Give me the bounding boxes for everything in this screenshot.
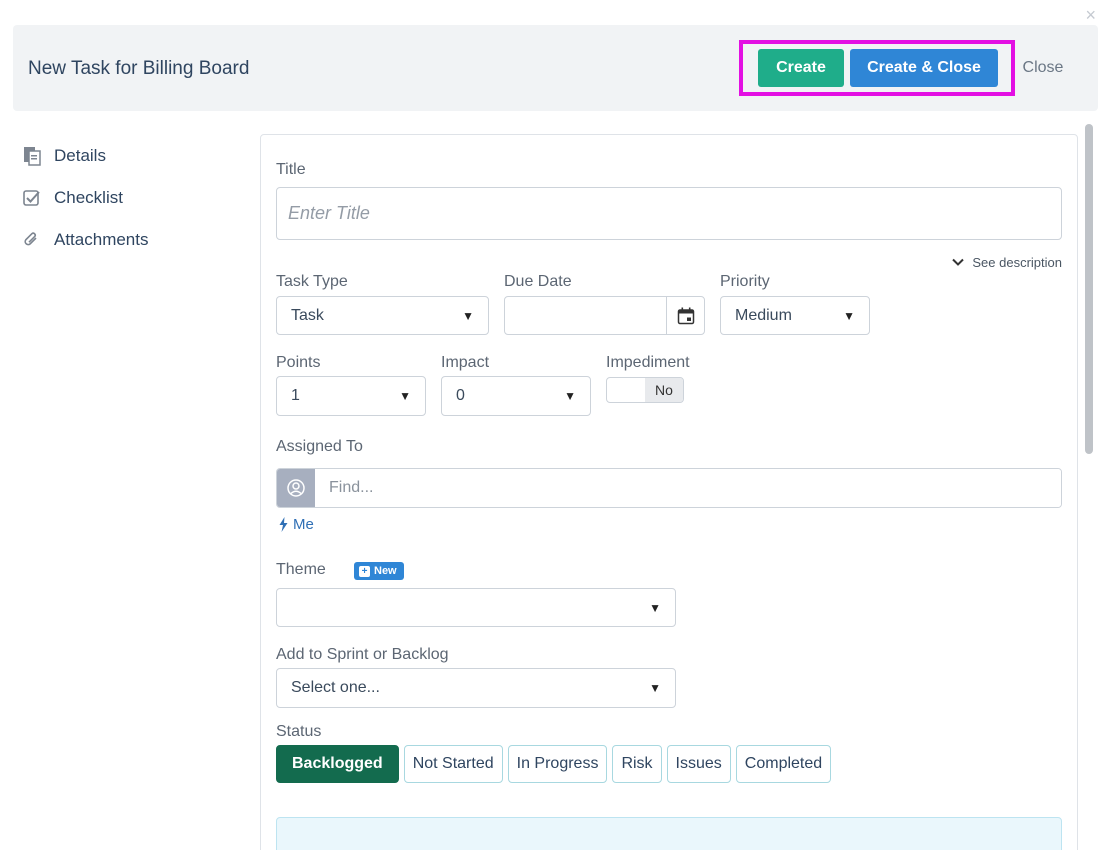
status-backlogged-button[interactable]: Backlogged [276, 745, 399, 783]
due-date-label: Due Date [504, 273, 572, 290]
paperclip-icon [22, 230, 42, 250]
caret-down-icon: ▼ [649, 600, 661, 615]
impact-label: Impact [441, 354, 490, 371]
caret-down-icon: ▼ [462, 308, 474, 323]
create-button[interactable]: Create [758, 49, 844, 87]
points-label: Points [276, 354, 321, 371]
lightning-icon [279, 517, 288, 532]
sprint-label: Add to Sprint or Backlog [276, 646, 449, 663]
priority-label: Priority [720, 273, 770, 290]
dialog-close-icon[interactable]: × [1085, 6, 1096, 24]
impediment-toggle-state: No [645, 378, 683, 402]
status-label: Status [276, 723, 322, 740]
info-box [276, 817, 1062, 850]
status-not-started-button[interactable]: Not Started [403, 745, 503, 783]
title-label: Title [276, 161, 306, 178]
details-icon [22, 146, 42, 166]
dialog-title: New Task for Billing Board [28, 58, 250, 79]
status-in-progress-button[interactable]: In Progress [507, 745, 608, 783]
caret-down-icon: ▼ [649, 681, 661, 695]
see-description-toggle[interactable]: See description [952, 255, 1062, 270]
status-completed-button[interactable]: Completed [735, 745, 832, 783]
caret-down-icon: ▼ [399, 389, 411, 403]
theme-label: Theme [276, 561, 326, 578]
scrollbar[interactable] [1085, 124, 1093, 454]
dialog-header: New Task for Billing Board Create Create… [13, 25, 1098, 111]
sidebar-nav: Details Checklist Attachments [22, 135, 242, 261]
sidebar-item-label: Attachments [54, 230, 149, 249]
status-button-group: Backlogged Not Started In Progress Risk … [276, 745, 832, 783]
assigned-to-field [276, 468, 1062, 508]
create-and-close-button[interactable]: Create & Close [850, 49, 998, 87]
task-type-value: Task [291, 306, 324, 324]
theme-select[interactable]: ▼ [276, 588, 676, 627]
task-type-select[interactable]: Task ▼ [276, 296, 489, 335]
task-type-label: Task Type [276, 273, 348, 290]
me-link-label: Me [293, 516, 314, 533]
sprint-value: Select one... [291, 679, 380, 696]
priority-select[interactable]: Medium ▼ [720, 296, 870, 335]
close-button[interactable]: Close [1013, 49, 1073, 87]
points-value: 1 [291, 387, 300, 404]
sidebar-item-label: Checklist [54, 188, 123, 207]
impediment-toggle[interactable]: No [606, 377, 684, 403]
impediment-label: Impediment [606, 354, 690, 371]
priority-value: Medium [735, 306, 792, 324]
avatar[interactable] [277, 469, 315, 507]
status-risk-button[interactable]: Risk [612, 745, 662, 783]
impact-value: 0 [456, 387, 465, 404]
caret-down-icon: ▼ [564, 389, 576, 403]
caret-down-icon: ▼ [843, 308, 855, 323]
sidebar-item-label: Details [54, 146, 106, 165]
points-select[interactable]: 1 ▼ [276, 376, 426, 416]
new-theme-label: New [374, 565, 397, 577]
assigned-to-label: Assigned To [276, 438, 363, 455]
sprint-select[interactable]: Select one... ▼ [276, 668, 676, 708]
assign-me-link[interactable]: Me [279, 516, 314, 533]
plus-icon: + [359, 565, 370, 577]
impact-select[interactable]: 0 ▼ [441, 376, 591, 416]
status-issues-button[interactable]: Issues [666, 745, 731, 783]
sidebar-item-details[interactable]: Details [22, 135, 242, 177]
title-input[interactable] [276, 187, 1062, 240]
sidebar-item-checklist[interactable]: Checklist [22, 177, 242, 219]
sidebar-item-attachments[interactable]: Attachments [22, 219, 242, 261]
assigned-to-input[interactable] [315, 469, 1061, 507]
due-date-field[interactable] [504, 296, 705, 335]
new-theme-button[interactable]: + New [354, 562, 404, 580]
see-description-label: See description [972, 255, 1062, 270]
user-circle-icon [287, 479, 305, 497]
checklist-icon [22, 188, 42, 208]
calendar-icon [677, 307, 694, 324]
calendar-button[interactable] [666, 297, 704, 334]
chevron-down-icon [952, 258, 965, 266]
